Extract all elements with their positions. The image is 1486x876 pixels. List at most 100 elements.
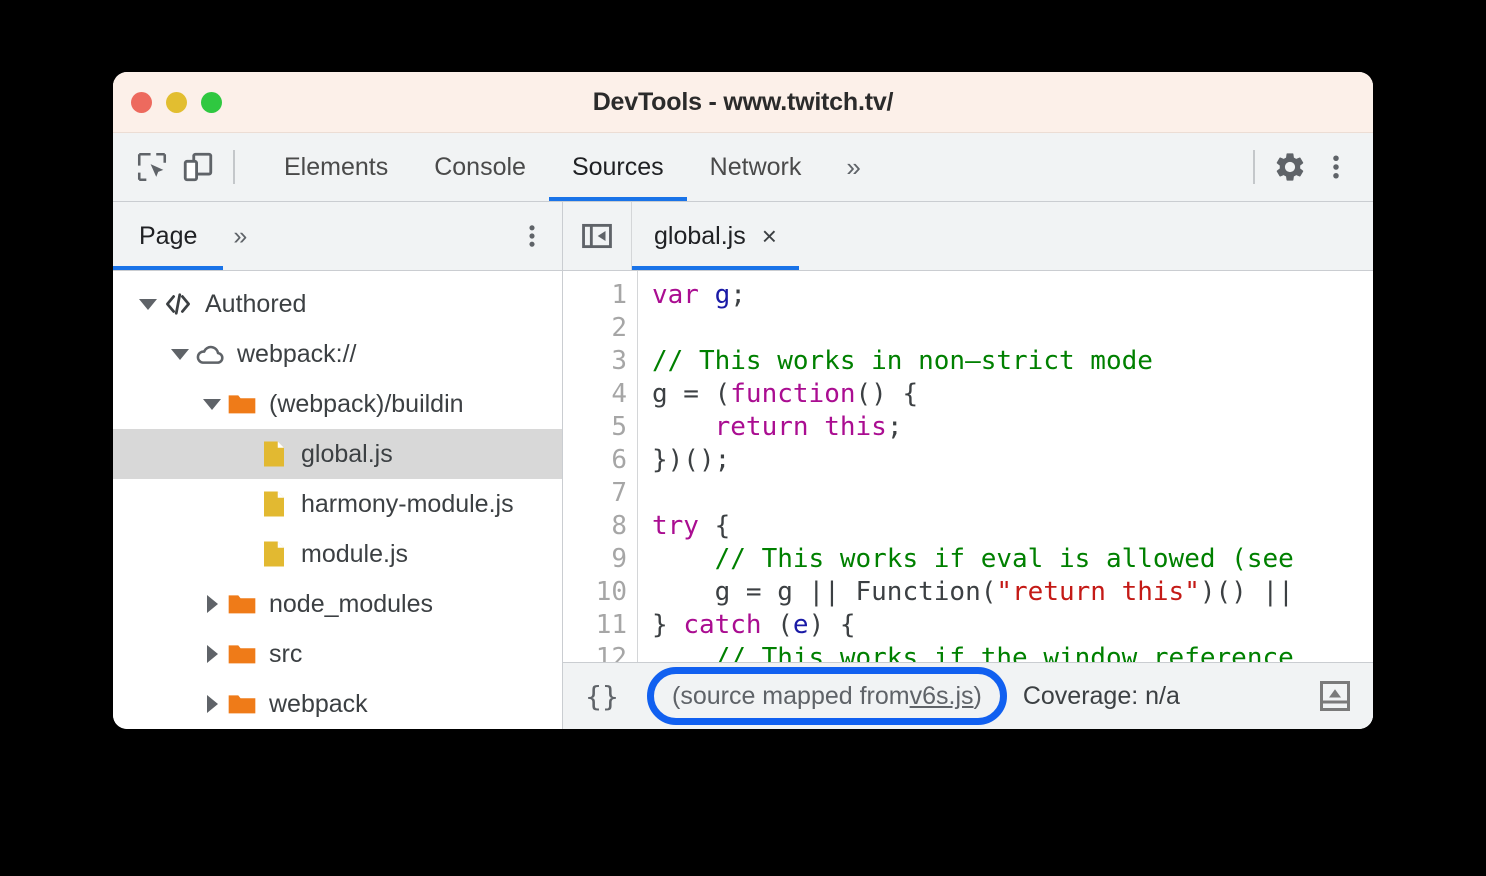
code-token-plain: g = g || Function( — [652, 577, 997, 607]
code-token-var: e — [792, 610, 809, 640]
devtools-main-toolbar: Elements Console Sources Network » — [113, 133, 1373, 202]
chevron-down-icon[interactable] — [199, 398, 225, 410]
tab-sources[interactable]: Sources — [548, 133, 687, 201]
js-file-icon — [257, 489, 291, 519]
chevron-right-glyph — [206, 645, 218, 663]
editor-tabbar: global.js × — [563, 202, 1373, 271]
tree-item-label: (webpack)/buildin — [269, 389, 464, 418]
code-token-str: "return this" — [996, 577, 1200, 607]
tree-item-module-js[interactable]: module.js — [113, 529, 562, 579]
toolbar-divider — [233, 150, 235, 184]
kebab-menu-icon[interactable] — [1313, 144, 1359, 190]
coverage-label: Coverage: n/a — [1022, 681, 1180, 710]
chevron-right-icon[interactable] — [199, 695, 225, 713]
gear-icon[interactable] — [1267, 144, 1313, 190]
tree-item-node-modules[interactable]: node_modules — [113, 579, 562, 629]
code-token-kw: function — [730, 379, 856, 409]
js-file-icon — [257, 539, 291, 569]
line-number: 11 — [595, 610, 627, 640]
tab-console[interactable]: Console — [411, 133, 549, 201]
device-toolbar-icon[interactable] — [175, 144, 221, 190]
chevron-right-icon[interactable] — [199, 645, 225, 663]
code-line: } catch (e) { — [652, 609, 1373, 642]
tree-item-label: global.js — [301, 439, 393, 468]
source-map-link[interactable]: v6s.js — [910, 682, 974, 711]
tree-item-global-js[interactable]: global.js — [113, 429, 562, 479]
panel-tab-list: Elements Console Sources Network » — [261, 133, 883, 201]
code-line: try { — [652, 510, 1373, 543]
code-line: // This works if the window reference — [652, 642, 1373, 662]
code-line: g = (function() { — [652, 378, 1373, 411]
tree-item-harmony-module-js[interactable]: harmony-module.js — [113, 479, 562, 529]
folder-icon — [225, 388, 259, 420]
line-number: 3 — [611, 346, 627, 376]
line-number: 4 — [611, 379, 627, 409]
navigator-tabbar: Page » — [113, 202, 562, 271]
toolbar-divider-right — [1253, 150, 1255, 184]
line-number-gutter: 1 2 3 4 5 6 7 8 9 10 11 12 — [563, 271, 638, 662]
folder-icon — [225, 688, 259, 720]
folder-icon — [225, 638, 259, 670]
folder-icon — [225, 588, 259, 620]
code-token-kw: var — [652, 280, 715, 310]
maximize-window-button[interactable] — [201, 91, 222, 113]
code-brackets-icon — [161, 289, 195, 319]
cloud-icon — [193, 338, 227, 370]
close-icon[interactable]: × — [762, 223, 777, 249]
code-line: // This works if eval is allowed (see — [652, 543, 1373, 576]
window-title: DevTools - www.twitch.tv/ — [592, 87, 894, 116]
tree-item-webpack[interactable]: webpack:// — [113, 329, 562, 379]
tree-item-webpack[interactable]: webpack — [113, 679, 562, 729]
tab-elements[interactable]: Elements — [261, 133, 411, 201]
show-navigator-icon[interactable] — [563, 202, 632, 270]
line-number: 2 — [611, 313, 627, 343]
tree-item-label: harmony-module.js — [301, 489, 514, 518]
line-number: 6 — [611, 445, 627, 475]
chevron-right-glyph — [206, 695, 218, 713]
code-token-comment: // This works in non–strict mode — [652, 346, 1153, 376]
tree-item-src[interactable]: src — [113, 629, 562, 679]
editor-status-bar: {} (source mapped from v6s.js) Coverage:… — [563, 662, 1373, 729]
more-tabs-icon[interactable]: » — [824, 133, 882, 201]
navigator-pane: Page » Authored webpack:// (webpack)/bui… — [113, 202, 563, 729]
js-file-icon — [257, 439, 291, 469]
navigator-kebab-menu-icon[interactable] — [518, 202, 546, 270]
tree-item-webpack-buildin[interactable]: (webpack)/buildin — [113, 379, 562, 429]
code-token-plain: ; — [886, 412, 903, 442]
traffic-light-group — [113, 91, 222, 113]
tree-item-authored[interactable]: Authored — [113, 279, 562, 329]
code-token-plain: } — [652, 610, 684, 640]
minimize-window-button[interactable] — [166, 91, 187, 113]
devtools-window: DevTools - www.twitch.tv/ Elements Conso… — [113, 72, 1373, 729]
editor-tab-global-js[interactable]: global.js × — [632, 202, 799, 270]
chevron-down-icon[interactable] — [167, 348, 193, 360]
source-map-suffix: ) — [973, 681, 982, 710]
navigator-more-tabs-icon[interactable]: » — [223, 202, 257, 270]
code-token-plain: () { — [855, 379, 919, 409]
navigator-tab-page[interactable]: Page — [113, 202, 224, 270]
line-number: 12 — [595, 643, 627, 662]
code-token-kw: return this — [714, 412, 887, 442]
close-window-button[interactable] — [131, 91, 152, 113]
code-token-plain: { — [698, 511, 731, 541]
code-token-plain: ) { — [808, 610, 856, 640]
pretty-print-icon[interactable]: {} — [563, 680, 641, 713]
show-drawer-icon[interactable] — [1317, 663, 1353, 729]
chevron-down-icon[interactable] — [135, 298, 161, 310]
code-editor[interactable]: 1 2 3 4 5 6 7 8 9 10 11 12 var g; // This works in … — [563, 271, 1373, 662]
line-number: 5 — [611, 412, 627, 442]
tree-item-label: webpack — [269, 689, 368, 718]
source-map-prefix: (source mapped from — [672, 681, 910, 710]
inspect-element-icon[interactable] — [129, 144, 175, 190]
code-content[interactable]: var g; // This works in non–strict mode g… — [638, 271, 1373, 662]
code-token-comment: // This works if the window reference — [652, 643, 1294, 662]
code-token-comment: // This works if eval is allowed (see — [652, 544, 1294, 574]
source-map-info: (source mapped from v6s.js) — [647, 667, 1007, 725]
tab-network[interactable]: Network — [687, 133, 825, 201]
chevron-right-icon[interactable] — [199, 595, 225, 613]
code-line: })(); — [652, 444, 1373, 477]
tree-item-label: webpack:// — [237, 339, 357, 368]
line-number: 10 — [595, 577, 627, 607]
